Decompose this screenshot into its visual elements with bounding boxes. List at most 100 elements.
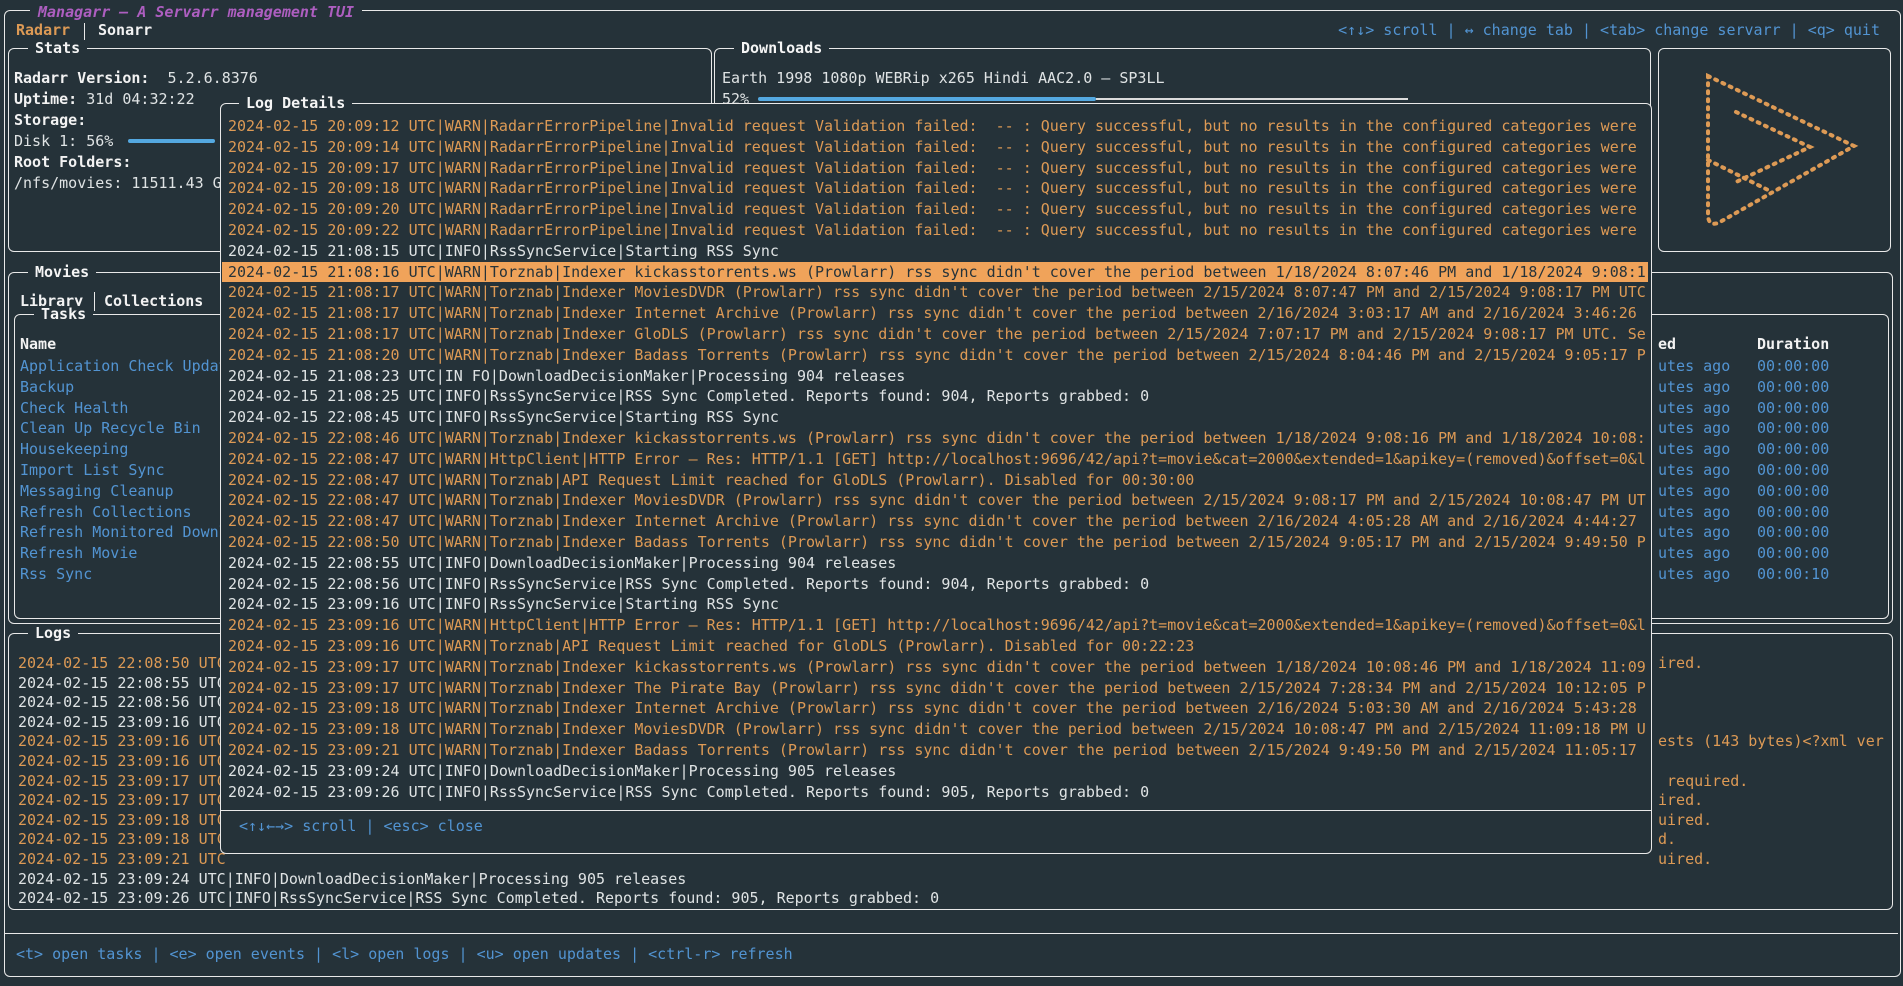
log-details-row[interactable]: 2024-02-15 22:08:46 UTC|WARN|Torznab|Ind… <box>222 428 1648 449</box>
log-details-row[interactable]: 2024-02-15 20:09:14 UTC|WARN|RadarrError… <box>222 137 1648 158</box>
log-details-keybinds: <↑↓←→> scroll | <esc> close <box>239 816 483 837</box>
log-details-row[interactable]: 2024-02-15 23:09:16 UTC|WARN|HttpClient|… <box>222 615 1648 636</box>
log-details-row[interactable]: 2024-02-15 21:08:25 UTC|INFO|RssSyncServ… <box>222 386 1648 407</box>
task-row-name[interactable]: Refresh Movie <box>20 543 137 564</box>
log-details-row[interactable]: 2024-02-15 21:08:15 UTC|INFO|RssSyncServ… <box>222 241 1648 262</box>
tasks-title: Tasks <box>34 306 93 323</box>
log-details-row[interactable]: 2024-02-15 22:08:47 UTC|WARN|Torznab|Ind… <box>222 490 1648 511</box>
log-details-row[interactable]: 2024-02-15 22:08:56 UTC|INFO|RssSyncServ… <box>222 574 1648 595</box>
stats-line: Uptime: 31d 04:32:22 <box>14 89 195 110</box>
log-details-row[interactable]: 2024-02-15 22:08:55 UTC|INFO|DownloadDec… <box>222 553 1648 574</box>
log-details-row[interactable]: 2024-02-15 23:09:16 UTC|WARN|Torznab|API… <box>222 636 1648 657</box>
log-details-row[interactable]: 2024-02-15 23:09:18 UTC|WARN|Torznab|Ind… <box>222 698 1648 719</box>
tab-radarr[interactable]: Radarr <box>16 20 70 41</box>
bottom-divider <box>5 933 1898 934</box>
task-row-duration: 00:00:00 <box>1757 418 1829 439</box>
task-row-name[interactable]: Clean Up Recycle Bin <box>20 418 201 439</box>
tasks-col-name: Name <box>20 334 56 355</box>
tab-sonarr[interactable]: Sonarr <box>98 20 152 41</box>
task-row-duration: 00:00:00 <box>1757 522 1829 543</box>
log-row[interactable]: 2024-02-15 23:09:17 UTC <box>18 790 226 811</box>
log-row[interactable]: 2024-02-15 23:09:24 UTC|INFO|DownloadDec… <box>18 869 686 890</box>
log-row[interactable]: 2024-02-15 23:09:17 UTC <box>18 771 226 792</box>
download-progress-track <box>1096 98 1408 100</box>
log-details-divider <box>221 810 1651 811</box>
task-row-name[interactable]: Messaging Cleanup <box>20 481 174 502</box>
log-row-tail: ired. <box>1658 653 1703 674</box>
log-details-row[interactable]: 2024-02-15 23:09:21 UTC|WARN|Torznab|Ind… <box>222 740 1648 761</box>
log-details-row[interactable]: 2024-02-15 20:09:12 UTC|WARN|RadarrError… <box>222 116 1648 137</box>
log-details-row[interactable]: 2024-02-15 22:08:50 UTC|WARN|Torznab|Ind… <box>222 532 1648 553</box>
task-row-executed: utes ago <box>1658 356 1730 377</box>
task-row-name[interactable]: Application Check Updat <box>20 356 228 377</box>
task-row-name[interactable]: Refresh Collections <box>20 502 192 523</box>
log-row[interactable]: 2024-02-15 23:09:18 UTC <box>18 810 226 831</box>
log-details-row[interactable]: 2024-02-15 23:09:26 UTC|INFO|RssSyncServ… <box>222 782 1648 803</box>
log-details-row[interactable]: 2024-02-15 21:08:17 UTC|WARN|Torznab|Ind… <box>222 282 1648 303</box>
log-details-row[interactable]: 2024-02-15 20:09:22 UTC|WARN|RadarrError… <box>222 220 1648 241</box>
stats-line: Disk 1: 56% <box>14 131 113 152</box>
stats-line: /nfs/movies: 11511.43 GB <box>14 173 231 194</box>
tab-collections[interactable]: Collections <box>104 291 203 312</box>
log-row[interactable]: 2024-02-15 23:09:16 UTC <box>18 731 226 752</box>
log-row[interactable]: 2024-02-15 22:08:55 UTC <box>18 673 226 694</box>
log-details-row[interactable]: 2024-02-15 22:08:47 UTC|WARN|Torznab|API… <box>222 470 1648 491</box>
log-details-row[interactable]: 2024-02-15 23:09:17 UTC|WARN|Torznab|Ind… <box>222 657 1648 678</box>
log-details-row[interactable]: 2024-02-15 23:09:16 UTC|INFO|RssSyncServ… <box>222 594 1648 615</box>
log-details-row[interactable]: 2024-02-15 23:09:18 UTC|WARN|Torznab|Ind… <box>222 719 1648 740</box>
log-details-row[interactable]: 2024-02-15 23:09:17 UTC|WARN|Torznab|Ind… <box>222 678 1648 699</box>
task-row-name[interactable]: Refresh Monitored Downl <box>20 522 228 543</box>
log-row[interactable]: 2024-02-15 23:09:26 UTC|INFO|RssSyncServ… <box>18 888 939 909</box>
top-keybinds: <↑↓> scroll | ↔ change tab | <tab> chang… <box>1338 20 1880 41</box>
movies-tab-separator <box>94 292 95 311</box>
log-row[interactable]: 2024-02-15 23:09:16 UTC <box>18 751 226 772</box>
log-details-row[interactable]: 2024-02-15 20:09:20 UTC|WARN|RadarrError… <box>222 199 1648 220</box>
task-row-duration: 00:00:00 <box>1757 543 1829 564</box>
tab-separator <box>84 21 85 40</box>
log-details-list[interactable]: 2024-02-15 20:09:12 UTC|WARN|RadarrError… <box>222 116 1648 806</box>
log-details-row[interactable]: 2024-02-15 20:09:18 UTC|WARN|RadarrError… <box>222 178 1648 199</box>
log-row[interactable]: 2024-02-15 23:09:18 UTC <box>18 829 226 850</box>
task-row-executed: utes ago <box>1658 481 1730 502</box>
log-row-tail: ired. <box>1658 790 1703 811</box>
task-row-name[interactable]: Rss Sync <box>20 564 92 585</box>
task-row-duration: 00:00:00 <box>1757 502 1829 523</box>
log-row-tail: uired. <box>1658 810 1712 831</box>
task-row-executed: utes ago <box>1658 522 1730 543</box>
movies-title: Movies <box>28 264 96 281</box>
log-details-row[interactable]: 2024-02-15 23:09:24 UTC|INFO|DownloadDec… <box>222 761 1648 782</box>
log-row[interactable]: 2024-02-15 23:09:16 UTC <box>18 712 226 733</box>
log-details-row[interactable]: 2024-02-15 22:08:47 UTC|WARN|HttpClient|… <box>222 449 1648 470</box>
task-row-executed: utes ago <box>1658 564 1730 585</box>
task-row-name[interactable]: Backup <box>20 377 74 398</box>
log-details-row[interactable]: 2024-02-15 20:09:17 UTC|WARN|RadarrError… <box>222 158 1648 179</box>
stats-line: Radarr Version: 5.2.6.8376 <box>14 68 258 89</box>
log-row[interactable]: 2024-02-15 23:09:21 UTC <box>18 849 226 870</box>
log-details-row[interactable]: 2024-02-15 21:08:23 UTC|IN FO|DownloadDe… <box>222 366 1648 387</box>
task-row-executed: utes ago <box>1658 502 1730 523</box>
task-row-name[interactable]: Check Health <box>20 398 128 419</box>
task-row-name[interactable]: Housekeeping <box>20 439 128 460</box>
log-details-row[interactable]: 2024-02-15 21:08:20 UTC|WARN|Torznab|Ind… <box>222 345 1648 366</box>
task-row-executed: utes ago <box>1658 543 1730 564</box>
log-details-row-selected[interactable]: 2024-02-15 21:08:16 UTC|WARN|Torznab|Ind… <box>222 262 1648 283</box>
log-row-tail: required. <box>1658 771 1748 792</box>
log-details-row[interactable]: 2024-02-15 21:08:17 UTC|WARN|Torznab|Ind… <box>222 303 1648 324</box>
log-details-row[interactable]: 2024-02-15 22:08:45 UTC|INFO|RssSyncServ… <box>222 407 1648 428</box>
log-row[interactable]: 2024-02-15 22:08:56 UTC <box>18 692 226 713</box>
log-details-row[interactable]: 2024-02-15 22:08:47 UTC|WARN|Torznab|Ind… <box>222 511 1648 532</box>
log-details-title: Log Details <box>239 95 352 112</box>
logs-title: Logs <box>28 625 78 642</box>
task-row-name[interactable]: Import List Sync <box>20 460 165 481</box>
task-row-executed: utes ago <box>1658 398 1730 419</box>
log-details-row[interactable]: 2024-02-15 21:08:17 UTC|WARN|Torznab|Ind… <box>222 324 1648 345</box>
tasks-col-duration: Duration <box>1757 334 1829 355</box>
task-row-executed: utes ago <box>1658 418 1730 439</box>
log-details-modal: Log Details 2024-02-15 20:09:12 UTC|WARN… <box>220 103 1652 854</box>
task-row-executed: utes ago <box>1658 460 1730 481</box>
task-row-duration: 00:00:00 <box>1757 439 1829 460</box>
bottom-keybinds: <t> open tasks | <e> open events | <l> o… <box>16 944 793 965</box>
download-item[interactable]: Earth 1998 1080p WEBRip x265 Hindi AAC2.… <box>722 68 1165 89</box>
log-row[interactable]: 2024-02-15 22:08:50 UTC <box>18 653 226 674</box>
task-row-duration: 00:00:00 <box>1757 481 1829 502</box>
